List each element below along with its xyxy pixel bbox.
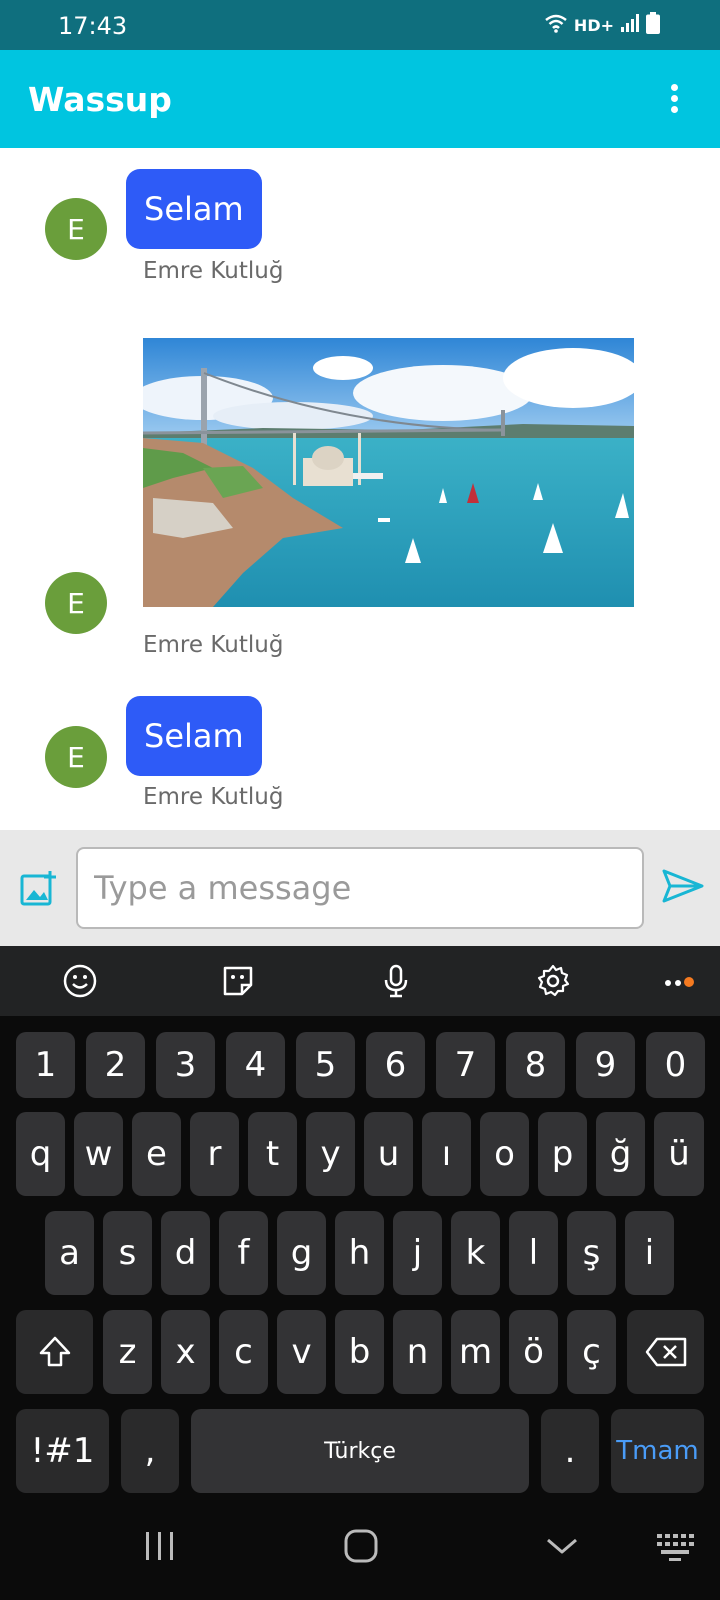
message-image[interactable] (143, 338, 634, 607)
home-icon[interactable] (339, 1524, 383, 1568)
status-icons: HD+ (544, 12, 660, 39)
key-t[interactable]: t (248, 1112, 297, 1196)
send-icon[interactable] (662, 868, 704, 904)
message-bubble[interactable]: Selam (126, 169, 262, 249)
more-horiz-icon[interactable] (660, 963, 700, 999)
key-l[interactable]: l (509, 1211, 558, 1295)
avatar[interactable]: E (45, 572, 107, 634)
key-z[interactable]: z (103, 1310, 152, 1394)
bosphorus-photo (143, 338, 634, 607)
key-f[interactable]: f (219, 1211, 268, 1295)
key-0[interactable]: 0 (646, 1032, 705, 1098)
wifi-icon (544, 13, 568, 38)
key-k[interactable]: k (451, 1211, 500, 1295)
key-8[interactable]: 8 (506, 1032, 565, 1098)
message-input[interactable] (76, 847, 644, 929)
key-o-umlaut[interactable]: ö (509, 1310, 558, 1394)
key-7[interactable]: 7 (436, 1032, 495, 1098)
key-h[interactable]: h (335, 1211, 384, 1295)
shift-icon (39, 1336, 70, 1367)
key-s-cedilla[interactable]: ş (567, 1211, 616, 1295)
sticker-icon[interactable] (220, 963, 256, 999)
network-type-label: HD+ (573, 16, 614, 35)
space-key[interactable]: Türkçe (191, 1409, 529, 1493)
key-j[interactable]: j (393, 1211, 442, 1295)
key-p[interactable]: p (538, 1112, 587, 1196)
mic-icon[interactable] (378, 963, 414, 999)
sender-name: Emre Kutluğ (143, 258, 284, 284)
comma-key[interactable]: , (121, 1409, 179, 1493)
key-b[interactable]: b (335, 1310, 384, 1394)
avatar[interactable]: E (45, 726, 107, 788)
key-x[interactable]: x (161, 1310, 210, 1394)
key-i[interactable]: i (625, 1211, 674, 1295)
sender-name: Emre Kutluğ (143, 632, 284, 658)
key-w[interactable]: w (74, 1112, 123, 1196)
key-u[interactable]: u (364, 1112, 413, 1196)
backspace-icon (645, 1337, 686, 1367)
settings-icon[interactable] (535, 963, 571, 999)
keyboard-switch-icon[interactable] (653, 1524, 697, 1568)
avatar[interactable]: E (45, 198, 107, 260)
status-bar: 17:43 HD+ (0, 0, 720, 50)
key-q[interactable]: q (16, 1112, 65, 1196)
back-icon[interactable] (540, 1524, 584, 1568)
key-a[interactable]: a (45, 1211, 94, 1295)
shift-key[interactable] (16, 1310, 93, 1394)
key-g[interactable]: g (277, 1211, 326, 1295)
nav-bar (0, 1494, 720, 1600)
key-9[interactable]: 9 (576, 1032, 635, 1098)
key-g-breve[interactable]: ğ (596, 1112, 645, 1196)
period-key[interactable]: . (541, 1409, 599, 1493)
key-c[interactable]: c (219, 1310, 268, 1394)
key-u-umlaut[interactable]: ü (654, 1112, 704, 1196)
key-m[interactable]: m (451, 1310, 500, 1394)
keyboard: 1 2 3 4 5 6 7 8 9 0 q w e r t y u ı o p … (0, 1016, 720, 1494)
more-vert-icon[interactable] (668, 84, 680, 114)
app-title: Wassup (28, 80, 172, 119)
signal-icon (620, 13, 640, 38)
backspace-key[interactable] (627, 1310, 704, 1394)
battery-icon (646, 12, 660, 39)
key-5[interactable]: 5 (296, 1032, 355, 1098)
key-6[interactable]: 6 (366, 1032, 425, 1098)
key-c-cedilla[interactable]: ç (567, 1310, 616, 1394)
key-v[interactable]: v (277, 1310, 326, 1394)
key-y[interactable]: y (306, 1112, 355, 1196)
symbols-key[interactable]: !#1 (16, 1409, 109, 1493)
key-4[interactable]: 4 (226, 1032, 285, 1098)
keyboard-toolbar (0, 946, 720, 1016)
key-3[interactable]: 3 (156, 1032, 215, 1098)
key-dotless-i[interactable]: ı (422, 1112, 471, 1196)
key-2[interactable]: 2 (86, 1032, 145, 1098)
done-key[interactable]: Tmam (611, 1409, 704, 1493)
key-n[interactable]: n (393, 1310, 442, 1394)
key-d[interactable]: d (161, 1211, 210, 1295)
composer (0, 830, 720, 946)
status-time: 17:43 (58, 12, 128, 40)
recents-icon[interactable] (138, 1524, 182, 1568)
key-r[interactable]: r (190, 1112, 239, 1196)
key-o[interactable]: o (480, 1112, 529, 1196)
app-bar: Wassup (0, 50, 720, 148)
sender-name: Emre Kutluğ (143, 784, 284, 810)
emoji-icon[interactable] (62, 963, 98, 999)
key-e[interactable]: e (132, 1112, 181, 1196)
key-s[interactable]: s (103, 1211, 152, 1295)
notification-dot (684, 977, 694, 987)
message-bubble[interactable]: Selam (126, 696, 262, 776)
key-1[interactable]: 1 (16, 1032, 75, 1098)
add-photo-icon[interactable] (20, 870, 58, 908)
